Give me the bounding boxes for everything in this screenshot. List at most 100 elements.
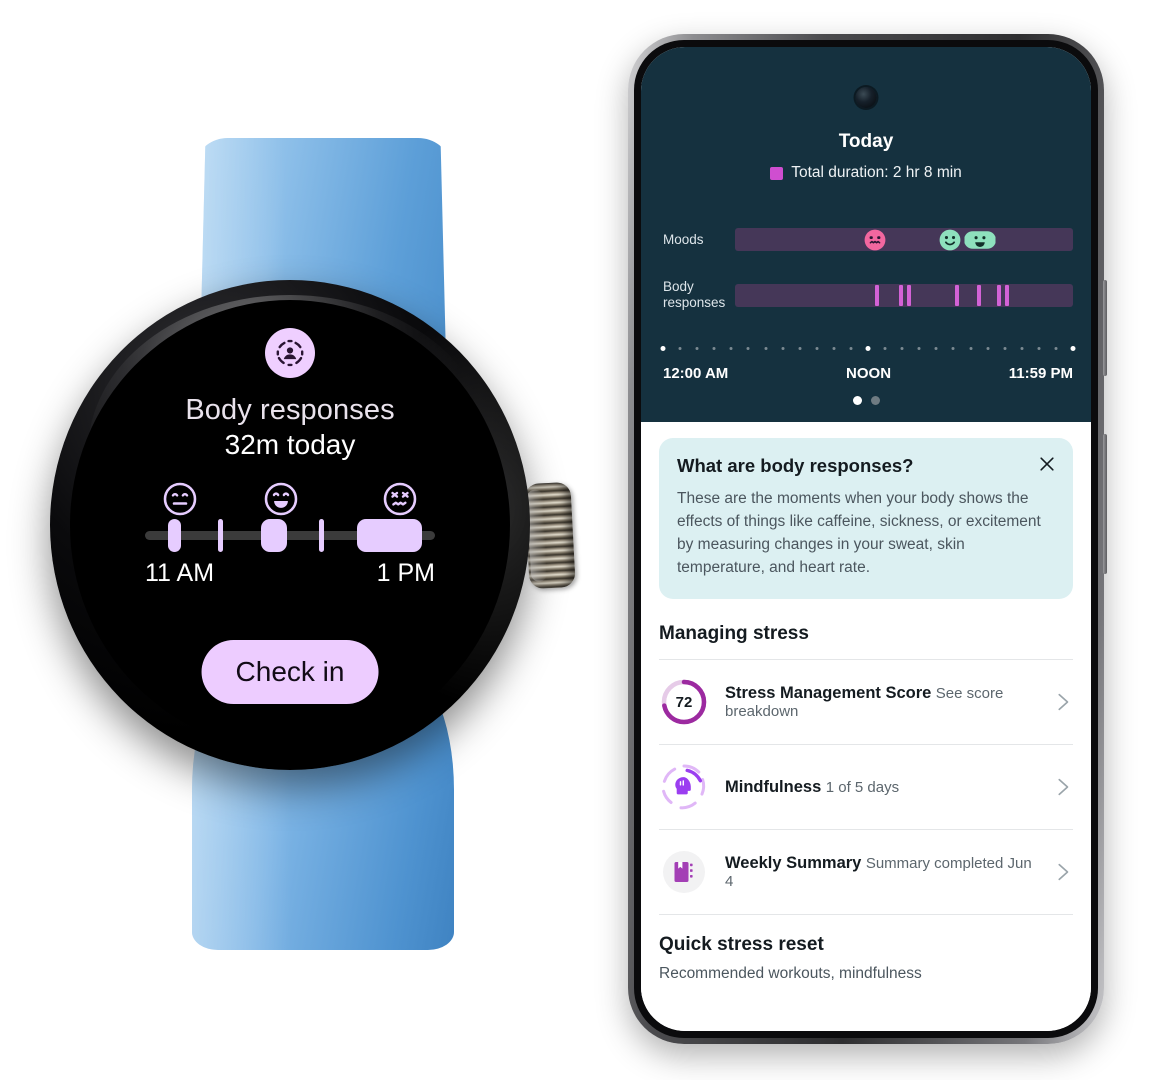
axis-tick-dot bbox=[951, 347, 955, 350]
axis-tick-dot bbox=[729, 347, 733, 350]
axis-tick-dot bbox=[695, 347, 699, 350]
watch-response-mark bbox=[217, 519, 223, 552]
axis-tick-dot bbox=[1003, 347, 1007, 350]
chevron-right-icon[interactable] bbox=[1051, 861, 1073, 883]
content-sheet: What are body responses? These are the m… bbox=[641, 422, 1091, 1031]
axis-tick-dot bbox=[815, 347, 819, 350]
body-label-line2: responses bbox=[663, 295, 726, 310]
axis-tick-dot bbox=[986, 347, 990, 350]
watch-screen: Body responses 32m today 11 AM 1 PM Chec… bbox=[70, 300, 510, 750]
pixel-watch-device: Body responses 32m today 11 AM 1 PM Chec… bbox=[40, 120, 600, 950]
axis-tick-dot bbox=[917, 347, 921, 350]
body-response-tick bbox=[907, 284, 912, 306]
chevron-right-icon[interactable] bbox=[1051, 691, 1073, 713]
phone-screen: Today Total duration: 2 hr 8 min Moods B… bbox=[641, 47, 1091, 1031]
chevron-right-icon[interactable] bbox=[1051, 776, 1073, 798]
carousel-pager[interactable] bbox=[641, 396, 1091, 405]
axis-tick-dot bbox=[969, 347, 972, 350]
stress-face-icon bbox=[265, 328, 315, 378]
list-item-title: Weekly Summary bbox=[725, 853, 862, 872]
watch-response-mark bbox=[356, 519, 422, 552]
axis-label-noon: NOON bbox=[846, 365, 892, 382]
body-response-tick bbox=[996, 284, 1001, 306]
axis-tick-dot bbox=[1037, 347, 1041, 350]
axis-tick-dot bbox=[1020, 347, 1024, 350]
watch-subtitle: 32m today bbox=[224, 429, 356, 460]
phone-frame: Today Total duration: 2 hr 8 min Moods B… bbox=[628, 34, 1107, 1044]
info-card: What are body responses? These are the m… bbox=[659, 438, 1073, 599]
check-in-button[interactable]: Check in bbox=[201, 640, 379, 704]
neutral-smile-face-icon bbox=[162, 481, 198, 517]
volume-button[interactable] bbox=[1103, 280, 1107, 376]
body-responses-label: Body responses bbox=[663, 279, 735, 311]
axis-label-start: 12:00 AM bbox=[663, 365, 729, 382]
body-responses-row: Body responses bbox=[641, 279, 1091, 311]
legend-label: Total duration: 2 hr 8 min bbox=[791, 164, 962, 181]
body-response-tick bbox=[954, 284, 959, 306]
body-label-line1: Body bbox=[663, 279, 694, 294]
confounded-face-icon bbox=[382, 481, 418, 517]
axis-tick-dot bbox=[934, 347, 938, 350]
info-card-title: What are body responses? bbox=[677, 455, 914, 476]
axis-tick-dot bbox=[1070, 346, 1076, 351]
watch-case: Body responses 32m today 11 AM 1 PM Chec… bbox=[50, 280, 530, 770]
grin-face-icon bbox=[263, 481, 299, 517]
power-button[interactable] bbox=[1103, 434, 1107, 574]
smile-face-icon[interactable] bbox=[937, 227, 962, 252]
managing-stress-heading: Managing stress bbox=[659, 623, 809, 644]
watch-mood-faces bbox=[145, 481, 435, 523]
list-item-mindfulness[interactable]: Mindfulness 1 of 5 days bbox=[659, 744, 1073, 829]
score-ring-icon: 72 bbox=[659, 677, 709, 727]
grimace-face-icon[interactable] bbox=[863, 227, 888, 252]
cloud-face-icon[interactable] bbox=[964, 226, 997, 253]
body-responses-timeline-bar[interactable] bbox=[735, 283, 1073, 307]
watch-end-time: 1 PM bbox=[376, 559, 435, 587]
pager-dot-2[interactable] bbox=[870, 396, 880, 405]
watch-crown-button[interactable] bbox=[524, 481, 576, 590]
watch-start-time: 11 AM bbox=[145, 559, 215, 587]
watch-timeline: 11 AM 1 PM bbox=[145, 481, 435, 587]
moods-timeline-bar[interactable] bbox=[735, 228, 1073, 251]
close-icon[interactable] bbox=[1037, 454, 1057, 474]
list-item-subtitle: 1 of 5 days bbox=[825, 778, 900, 796]
front-camera-icon bbox=[855, 87, 877, 108]
list-item-title: Stress Management Score bbox=[725, 683, 932, 702]
time-axis-labels: 12:00 AM NOON 11:59 PM bbox=[663, 365, 1073, 382]
axis-tick-dot bbox=[865, 346, 871, 351]
body-response-tick bbox=[898, 284, 903, 306]
phone-bezel: Today Total duration: 2 hr 8 min Moods B… bbox=[634, 40, 1098, 1038]
pager-dot-1[interactable] bbox=[852, 396, 862, 405]
watch-response-mark bbox=[319, 519, 324, 552]
list-item-weekly-summary[interactable]: Weekly Summary Summary completed Jun 4 bbox=[659, 829, 1073, 914]
quick-reset-heading: Quick stress reset bbox=[659, 934, 824, 955]
axis-tick-dot bbox=[712, 347, 716, 350]
mindfulness-head-icon bbox=[659, 762, 709, 812]
axis-tick-dot bbox=[746, 347, 750, 350]
moods-row: Moods bbox=[641, 228, 1091, 251]
score-value: 72 bbox=[676, 694, 693, 711]
body-response-tick bbox=[875, 284, 880, 306]
quick-reset-section: Quick stress reset Recommended workouts,… bbox=[659, 914, 1073, 983]
watch-title: Body responses bbox=[185, 394, 395, 426]
body-response-tick bbox=[1005, 284, 1010, 306]
journal-book-icon bbox=[659, 847, 709, 897]
page-title: Today bbox=[838, 131, 894, 152]
time-axis bbox=[660, 346, 1076, 357]
axis-tick-dot bbox=[798, 347, 802, 350]
info-card-body: These are the moments when your body sho… bbox=[677, 490, 1041, 576]
axis-tick-dot bbox=[781, 347, 785, 350]
watch-response-mark bbox=[261, 519, 287, 552]
pixel-phone-device: Today Total duration: 2 hr 8 min Moods B… bbox=[628, 34, 1107, 1044]
watch-response-mark bbox=[168, 519, 182, 552]
legend-swatch bbox=[770, 166, 784, 180]
list-item-title: Mindfulness bbox=[725, 777, 822, 796]
axis-tick-dot bbox=[764, 347, 767, 350]
duration-legend: Total duration: 2 hr 8 min bbox=[641, 164, 1091, 182]
axis-tick-dot bbox=[900, 347, 904, 350]
body-response-tick bbox=[976, 284, 981, 306]
axis-label-end: 11:59 PM bbox=[1008, 365, 1073, 382]
axis-tick-dot bbox=[678, 347, 682, 350]
watch-timeline-labels: 11 AM 1 PM bbox=[145, 559, 435, 588]
list-item-stress-score[interactable]: 72 Stress Management Score See score bre… bbox=[659, 659, 1073, 744]
quick-reset-subtitle: Recommended workouts, mindfulness bbox=[659, 965, 922, 982]
